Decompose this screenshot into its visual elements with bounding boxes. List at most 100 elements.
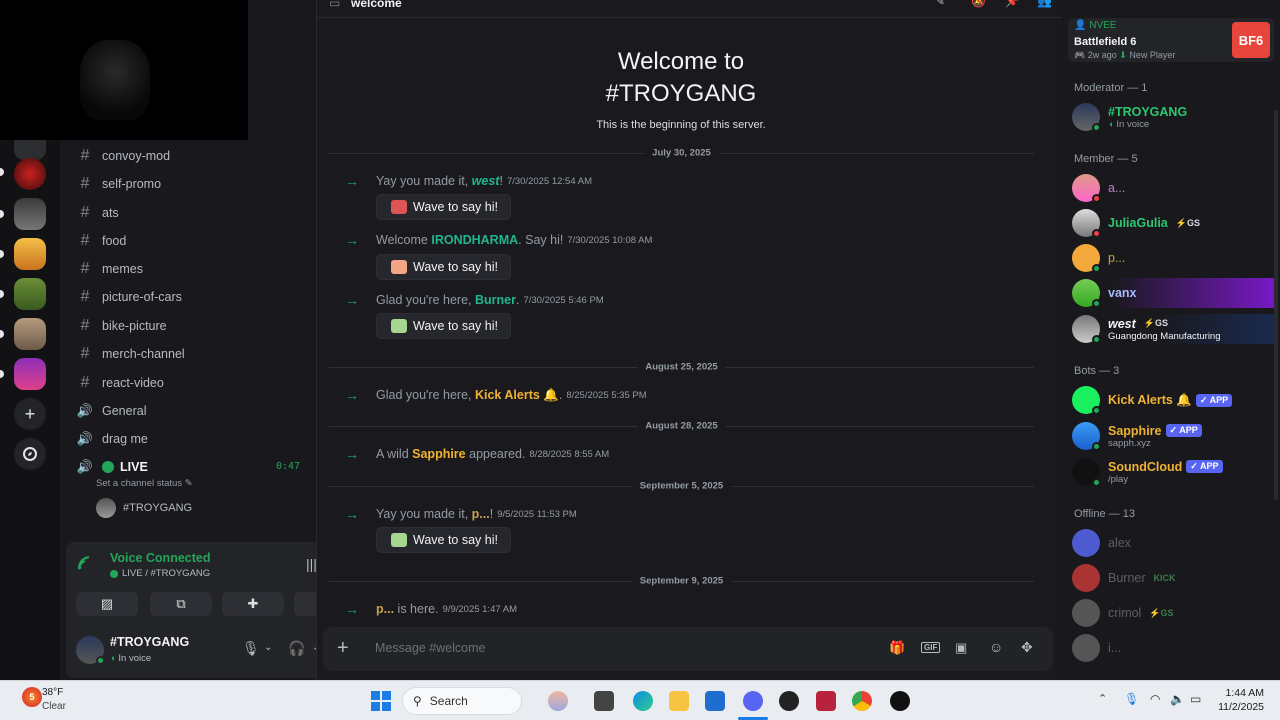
app-icon[interactable]	[890, 691, 910, 711]
headphones-icon[interactable]: 🎧	[288, 640, 305, 657]
voice-connected-title[interactable]: Voice Connected	[110, 551, 210, 565]
discover-icon[interactable]	[14, 438, 46, 470]
voice-channel-live[interactable]: 🔊 LIVE	[74, 454, 148, 480]
text-channel-item[interactable]: # react-video	[74, 370, 164, 396]
message-username[interactable]: west	[472, 174, 500, 188]
text-channel-item[interactable]: # picture-of-cars	[74, 284, 182, 310]
wifi-icon[interactable]: ◠	[1150, 692, 1160, 706]
gift-icon[interactable]: 🎁	[889, 640, 905, 656]
copilot-icon[interactable]	[548, 691, 568, 711]
wave-button[interactable]: Wave to say hi!	[376, 527, 511, 553]
text-channel-item[interactable]: # memes	[74, 256, 143, 282]
apps-icon[interactable]: ✥	[1021, 639, 1033, 656]
clock-date[interactable]: 11/2/2025	[1210, 701, 1264, 713]
member-item[interactable]: JuliaGulia ⚡GS	[1072, 208, 1277, 238]
camera-off-button[interactable]: ▨	[76, 592, 138, 616]
text-channel-item[interactable]: # convoy-mod	[74, 143, 171, 169]
weather-icon[interactable]: 5	[22, 687, 42, 707]
text-channel-item[interactable]: # self-promo	[74, 171, 162, 197]
edge-icon[interactable]	[633, 691, 653, 711]
system-join-message: → Yay you made it, west! 7/30/2025 12:54 A…	[345, 172, 592, 190]
gif-icon[interactable]: GIF	[921, 642, 941, 653]
app-icon[interactable]	[779, 691, 799, 711]
threads-icon[interactable]: ✎	[935, 0, 945, 8]
member-item[interactable]: vanx	[1072, 278, 1277, 308]
text-channel-item[interactable]: # ats	[74, 200, 119, 226]
file-explorer-icon[interactable]	[669, 691, 689, 711]
chrome-icon[interactable]	[852, 691, 872, 711]
message-username[interactable]: Kick Alerts 🔔	[475, 388, 559, 403]
message-timestamp[interactable]: 9/9/2025 1:47 AM	[443, 604, 517, 615]
battery-icon[interactable]: ▭	[1190, 692, 1201, 706]
offline-member-item[interactable]: alex	[1072, 528, 1277, 558]
member-item[interactable]: p...	[1072, 243, 1277, 273]
user-avatar[interactable]	[76, 636, 105, 665]
server-icon[interactable]	[14, 278, 46, 310]
wave-button[interactable]: Wave to say hi!	[376, 194, 511, 220]
notification-bell-icon[interactable]: 🔕	[971, 0, 986, 8]
activities-button[interactable]: ✚	[222, 592, 284, 616]
bot-item[interactable]: Sapphire ✓ APP sapph.xyz	[1072, 421, 1277, 451]
bot-item[interactable]: SoundCloud ✓ APP/play	[1072, 457, 1277, 487]
server-icon[interactable]	[14, 198, 46, 230]
add-attachment-icon[interactable]: +	[337, 637, 349, 660]
channel-status-placeholder[interactable]: Set a channel status ✎	[96, 478, 193, 489]
message-timestamp[interactable]: 7/30/2025 5:46 PM	[523, 295, 603, 306]
message-username[interactable]: p...	[472, 507, 490, 521]
message-timestamp[interactable]: 9/5/2025 11:53 PM	[497, 509, 577, 520]
discord-taskbar-icon[interactable]	[743, 691, 763, 711]
wave-button[interactable]: Wave to say hi!	[376, 254, 511, 280]
microphone-icon[interactable]: 🎙	[242, 640, 260, 657]
message-timestamp[interactable]: 7/30/2025 10:08 AM	[567, 235, 652, 246]
message-input[interactable]: Message #welcome	[375, 641, 485, 655]
signal-icon[interactable]	[78, 556, 94, 573]
text-channel-item[interactable]: # bike-picture	[74, 313, 167, 339]
add-server-icon[interactable]: +	[14, 398, 46, 430]
sticker-icon[interactable]: ▣	[955, 640, 967, 656]
offline-member-item[interactable]: i...	[1072, 633, 1277, 663]
weather-temp[interactable]: 38°F	[42, 687, 63, 698]
volume-icon[interactable]: 🔈	[1170, 692, 1185, 706]
windows-start-icon[interactable]	[371, 691, 391, 711]
member-moderator[interactable]: #TROYGANG ◖ In voice	[1072, 102, 1277, 132]
taskbar-search[interactable]: ⚲ Search	[402, 687, 522, 715]
member-item[interactable]: a...	[1072, 173, 1277, 203]
wave-button[interactable]: Wave to say hi!	[376, 313, 511, 339]
offline-member-item[interactable]: crimol ⚡GS	[1072, 598, 1277, 628]
channel-icon: ▭	[329, 0, 341, 10]
text-channel-item[interactable]: # merch-channel	[74, 341, 185, 367]
store-icon[interactable]	[705, 691, 725, 711]
server-icon[interactable]	[14, 358, 46, 390]
member-list-icon[interactable]: 👥	[1037, 0, 1052, 8]
member-item[interactable]: west ⚡GS Guangdong Manufacturing	[1072, 314, 1277, 344]
offline-member-item[interactable]: Burner KICK	[1072, 563, 1277, 593]
app-icon[interactable]	[816, 691, 836, 711]
member-scrollbar[interactable]	[1274, 110, 1278, 500]
voice-channel-item[interactable]: 🔊 General	[74, 398, 147, 424]
activity-card[interactable]: 👤 NVEE Battlefield 6 🎮 2w ago ⬇ New Play…	[1068, 18, 1274, 62]
message-username[interactable]: Sapphire	[412, 447, 466, 461]
message-username[interactable]: IRONDHARMA	[431, 233, 518, 247]
message-username[interactable]: p...	[376, 602, 394, 616]
message-composer[interactable]: + Message #welcome 🎁 GIF ▣ ☺ ✥	[323, 627, 1053, 671]
chevron-down-icon[interactable]: ⌄	[264, 642, 272, 653]
pin-icon[interactable]: 📌	[1005, 0, 1020, 8]
clock-time[interactable]: 1:44 AM	[1222, 687, 1264, 699]
user-name[interactable]: #TROYGANG	[110, 635, 189, 649]
task-view-icon[interactable]	[594, 691, 614, 711]
server-icon[interactable]	[14, 238, 46, 270]
server-icon-deejay[interactable]	[14, 158, 46, 190]
message-username[interactable]: Burner	[475, 293, 516, 307]
message-timestamp[interactable]: 8/28/2025 8:55 AM	[529, 449, 609, 460]
chevron-up-icon[interactable]: ⌃	[1098, 692, 1107, 705]
message-timestamp[interactable]: 7/30/2025 12:54 AM	[507, 176, 592, 187]
message-timestamp[interactable]: 8/25/2025 5:35 PM	[566, 390, 646, 401]
server-icon[interactable]	[14, 318, 46, 350]
screen-share-button[interactable]: ⧉	[150, 592, 212, 616]
emoji-icon[interactable]: ☺	[989, 639, 1003, 655]
bot-item[interactable]: Kick Alerts 🔔 ✓ APP	[1072, 385, 1277, 415]
voice-member[interactable]: #TROYGANG	[96, 498, 192, 518]
text-channel-item[interactable]: # food	[74, 228, 127, 254]
voice-channel-item[interactable]: 🔊 drag me	[74, 426, 148, 452]
microphone-icon[interactable]: 🎙	[1124, 692, 1139, 706]
